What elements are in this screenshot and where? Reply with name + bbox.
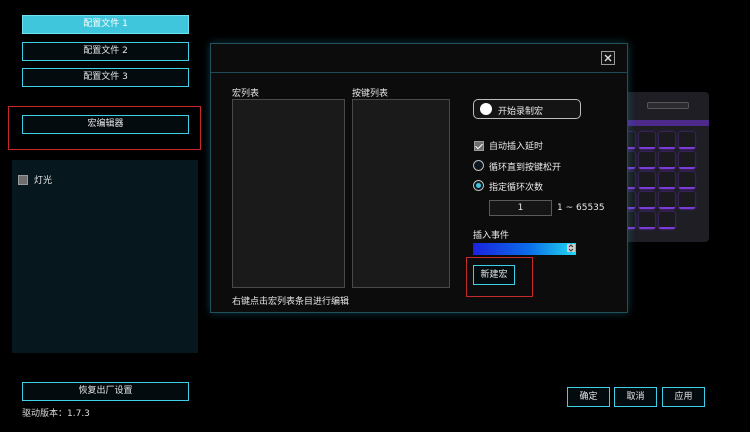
loop-until-release-label: 循环直到按键松开 <box>489 163 562 173</box>
key-list[interactable] <box>352 99 450 288</box>
auto-delay-checkbox[interactable] <box>474 141 484 151</box>
auto-delay-label: 自动插入延时 <box>489 142 544 152</box>
driver-version: 驱动版本：1.7.3 <box>22 409 90 419</box>
record-icon <box>480 103 492 115</box>
macro-editor-dialog: 宏列表 按键列表 右键点击宏列表条目进行编辑 开始录制宏 自动插入延时 循环直到… <box>210 43 628 313</box>
key-list-title: 按键列表 <box>352 89 389 99</box>
loop-range-label: 1 ~ 65535 <box>557 203 605 213</box>
light-label: 灯光 <box>34 176 53 186</box>
insert-event-select[interactable] <box>473 243 576 255</box>
close-icon[interactable] <box>601 51 615 65</box>
specified-loops-label: 指定循环次数 <box>489 183 544 193</box>
cancel-button[interactable]: 取消 <box>614 387 657 407</box>
profile-2-button[interactable]: 配置文件 2 <box>22 42 189 61</box>
profile-1-button[interactable]: 配置文件 1 <box>22 15 189 34</box>
dropdown-arrow-icon <box>567 244 575 252</box>
record-macro-label: 开始录制宏 <box>498 107 544 117</box>
macro-list[interactable] <box>232 99 345 288</box>
new-macro-button[interactable]: 新建宏 <box>473 265 515 285</box>
record-macro-button[interactable]: 开始录制宏 <box>473 99 581 119</box>
light-panel <box>12 160 198 353</box>
ok-button[interactable]: 确定 <box>567 387 610 407</box>
macro-list-title: 宏列表 <box>232 89 260 99</box>
loop-until-release-radio[interactable] <box>473 160 484 171</box>
insert-event-label: 插入事件 <box>473 231 510 241</box>
macro-editor-button[interactable]: 宏编辑器 <box>22 115 189 134</box>
light-checkbox[interactable] <box>18 175 28 185</box>
apply-button[interactable]: 应用 <box>662 387 705 407</box>
dialog-divider <box>211 72 627 73</box>
edit-hint: 右键点击宏列表条目进行编辑 <box>232 297 350 307</box>
loop-count-input[interactable]: 1 <box>489 200 552 216</box>
specified-loops-radio[interactable] <box>473 180 484 191</box>
profile-3-button[interactable]: 配置文件 3 <box>22 68 189 87</box>
keyboard-image <box>615 92 709 242</box>
restore-defaults-button[interactable]: 恢复出厂设置 <box>22 382 189 401</box>
